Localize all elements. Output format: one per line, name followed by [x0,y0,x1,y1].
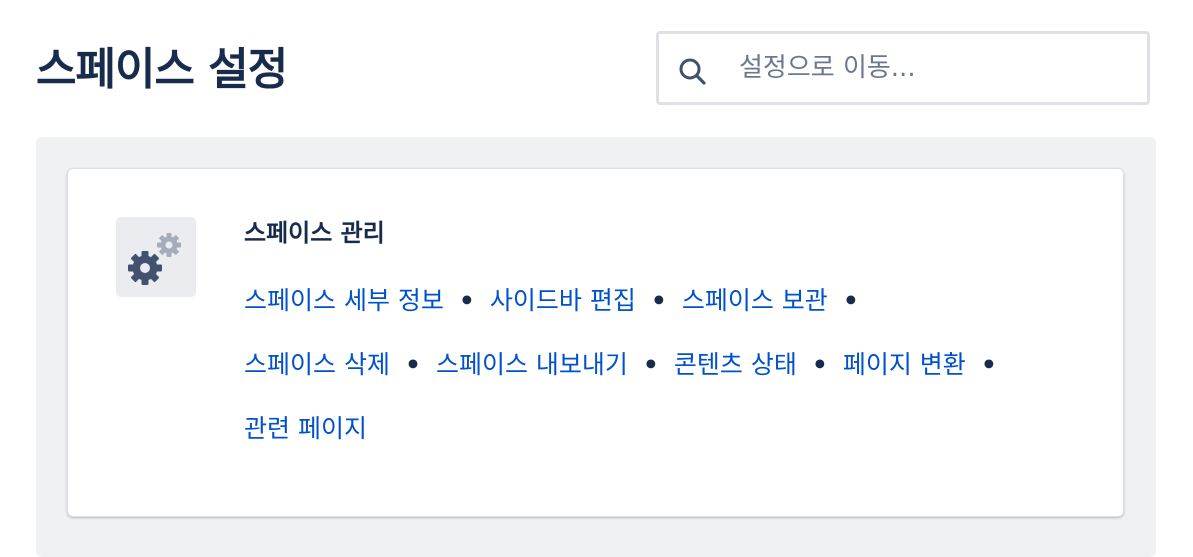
separator-dot: • [980,350,997,379]
separator-dot: • [404,350,421,379]
gears-icon [116,217,196,297]
search-box[interactable] [656,31,1150,105]
link-row: 스페이스 삭제 • 스페이스 내보내기 • 콘텐츠 상태 • 페이지 변환 • [244,333,1064,397]
separator-dot: • [458,286,475,315]
link-content-status[interactable]: 콘텐츠 상태 [674,350,797,379]
link-convert-pages[interactable]: 페이지 변환 [843,350,966,379]
link-archive-space[interactable]: 스페이스 보관 [682,286,828,315]
separator-dot: • [642,350,659,379]
section-title: 스페이스 관리 [244,219,385,247]
search-icon [677,56,709,88]
search-input[interactable] [739,34,1139,102]
settings-panel: 스페이스 관리 스페이스 세부 정보 • 사이드바 편집 • 스페이스 보관 • 스페이스… [36,137,1156,557]
separator-dot: • [650,286,667,315]
link-row: 관련 페이지 [244,397,1064,461]
link-export-space[interactable]: 스페이스 내보내기 [436,350,628,379]
separator-dot: • [842,286,859,315]
separator-dot: • [811,350,828,379]
link-row: 스페이스 세부 정보 • 사이드바 편집 • 스페이스 보관 • [244,269,1064,333]
link-related-pages[interactable]: 관련 페이지 [244,414,367,443]
space-management-links: 스페이스 세부 정보 • 사이드바 편집 • 스페이스 보관 • 스페이스 삭제 • 스페이스… [244,269,1064,461]
link-delete-space[interactable]: 스페이스 삭제 [244,350,390,379]
link-edit-sidebar[interactable]: 사이드바 편집 [490,286,636,315]
space-management-card: 스페이스 관리 스페이스 세부 정보 • 사이드바 편집 • 스페이스 보관 • 스페이스… [67,168,1124,517]
page-title: 스페이스 설정 [36,44,288,95]
link-space-details[interactable]: 스페이스 세부 정보 [244,286,444,315]
